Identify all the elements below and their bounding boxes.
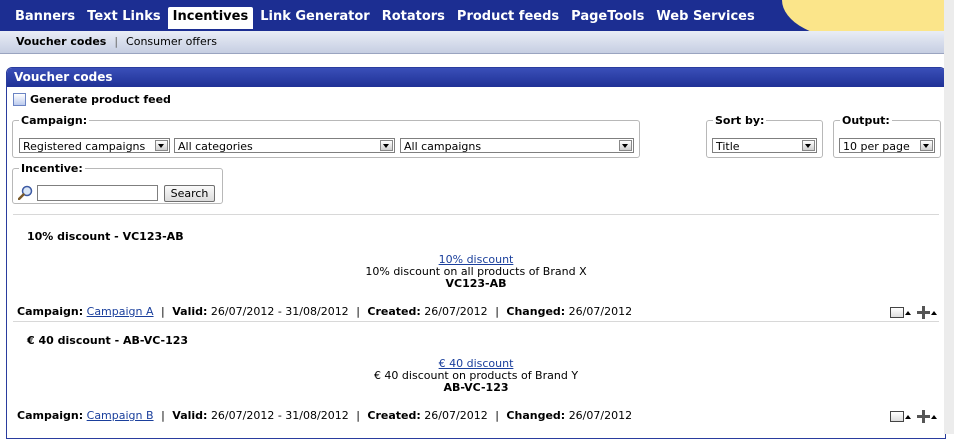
campaign-filter: Campaign: Registered campaigns All categ… [12,114,640,158]
incentive-search-input[interactable] [37,185,158,201]
tab-rotators[interactable]: Rotators [377,7,450,29]
meta-separator: | [161,305,165,318]
offer-preview: € 40 discount € 40 discount on products … [7,358,945,394]
code-icon[interactable] [890,307,904,318]
created-label: Created: [367,409,421,422]
category-value: All categories [178,140,253,153]
chevron-down-icon [802,140,815,151]
campaign-legend: Campaign: [21,114,88,127]
search-icon [18,185,33,200]
sub-navigation: Voucher codes | Consumer offers [0,31,946,54]
subnav-consumer-offers[interactable]: Consumer offers [126,35,217,48]
valid-value: 26/07/2012 - 31/08/2012 [210,305,349,318]
changed-value: 26/07/2012 [568,305,633,318]
valid-label: Valid: [172,305,208,318]
top-navigation: Banners Text Links Incentives Link Gener… [0,0,954,31]
meta-separator: | [161,409,165,422]
scrollbar[interactable] [944,0,954,434]
chevron-up-icon[interactable] [931,310,937,315]
divider [13,214,939,215]
tab-link-generator[interactable]: Link Generator [255,7,374,29]
tab-incentives[interactable]: Incentives [167,7,254,29]
offer-code: AB-VC-123 [443,381,509,394]
chevron-down-icon [619,140,632,151]
offer-code: VC123-AB [445,277,507,290]
campaign-select[interactable]: All campaigns [400,138,634,153]
changed-value: 26/07/2012 [568,409,633,422]
offer-actions [887,306,937,319]
chevron-up-icon[interactable] [905,310,911,315]
chevron-down-icon [920,140,933,151]
subnav-voucher-codes[interactable]: Voucher codes [16,35,106,48]
tab-text-links[interactable]: Text Links [82,7,165,29]
tab-product-feeds[interactable]: Product feeds [452,7,564,29]
offer-actions [887,410,937,423]
tab-banners[interactable]: Banners [10,7,80,29]
chevron-down-icon [380,140,393,151]
valid-value: 26/07/2012 - 31/08/2012 [210,409,349,422]
sort-select[interactable]: Title [712,138,817,153]
sort-value: Title [716,140,740,153]
created-label: Created: [367,305,421,318]
tab-pagetools[interactable]: PageTools [566,7,649,29]
campaign-label: Campaign: [17,409,84,422]
offer-meta: Campaign: Campaign B | Valid: 26/07/2012… [17,409,632,422]
incentive-filter: Incentive: Search [12,162,223,204]
meta-separator: | [495,409,499,422]
chevron-down-icon [155,140,168,151]
offer-meta: Campaign: Campaign A | Valid: 26/07/2012… [17,305,632,318]
add-icon[interactable] [917,306,930,319]
campaign-value: All campaigns [404,140,482,153]
main-tabs: Banners Text Links Incentives Link Gener… [10,7,762,29]
sort-filter: Sort by: Title [706,114,823,158]
code-icon[interactable] [890,411,904,422]
valid-label: Valid: [172,409,208,422]
changed-label: Changed: [506,305,566,318]
offer-title: 10% discount - VC123-AB [27,230,184,243]
category-select[interactable]: All categories [174,138,395,153]
output-value: 10 per page [843,140,910,153]
offer-title: € 40 discount - AB-VC-123 [27,334,189,347]
generate-product-feed-link[interactable]: Generate product feed [13,93,171,106]
tab-web-services[interactable]: Web Services [651,7,759,29]
campaign-type-select[interactable]: Registered campaigns [19,138,170,153]
campaign-label: Campaign: [17,305,84,318]
subnav-separator: | [114,35,119,48]
search-button[interactable]: Search [164,185,215,202]
output-filter: Output: 10 per page [833,114,941,158]
created-value: 26/07/2012 [424,305,488,318]
sort-legend: Sort by: [715,114,765,127]
campaign-type-value: Registered campaigns [23,140,146,153]
changed-label: Changed: [506,409,566,422]
panel-title: Voucher codes [7,68,945,87]
campaign-link[interactable]: Campaign A [87,305,154,318]
generate-product-feed-label: Generate product feed [30,93,171,106]
add-icon[interactable] [917,410,930,423]
meta-separator: | [356,409,360,422]
created-value: 26/07/2012 [424,409,488,422]
feed-icon [13,93,26,106]
meta-separator: | [495,305,499,318]
chevron-up-icon[interactable] [931,414,937,419]
offer-preview: 10% discount 10% discount on all product… [7,254,945,290]
meta-separator: | [356,305,360,318]
campaign-link[interactable]: Campaign B [87,409,154,422]
voucher-codes-panel: Voucher codes Generate product feed Camp… [6,67,946,439]
divider [13,321,939,322]
output-select[interactable]: 10 per page [839,138,935,153]
chevron-up-icon[interactable] [905,414,911,419]
output-legend: Output: [842,114,890,127]
incentive-legend: Incentive: [21,162,83,175]
